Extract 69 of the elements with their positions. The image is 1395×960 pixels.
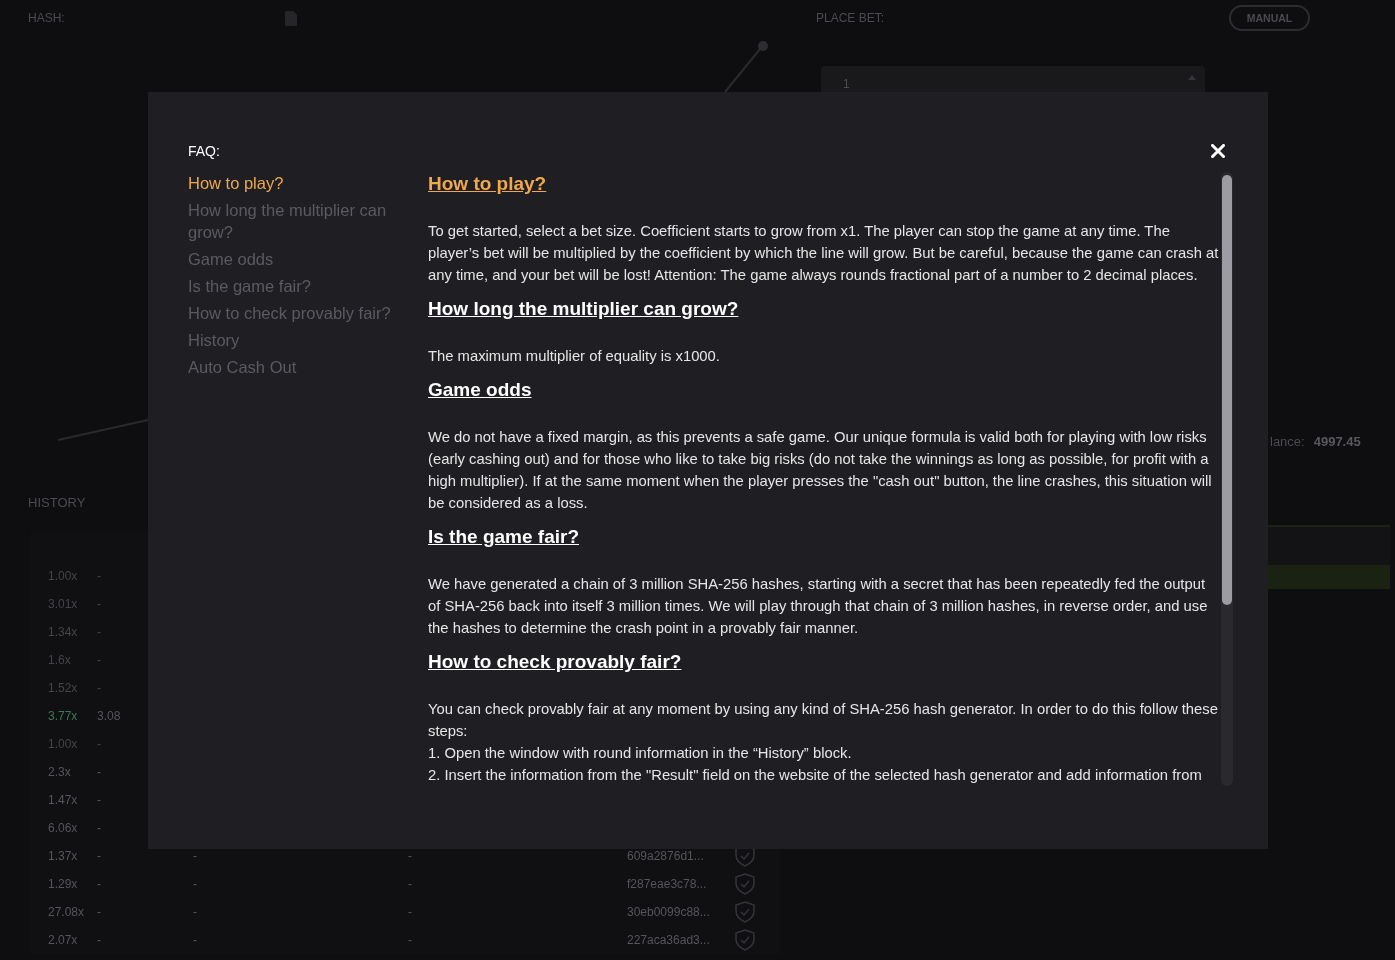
multiplier-text: 6.06x: [48, 821, 78, 835]
balance-value: 4997.45: [1313, 433, 1361, 451]
section-heading: Game odds: [428, 378, 532, 402]
hash-text: 227aca36ad3...: [627, 933, 710, 947]
faq-menu-item[interactable]: Auto Cash Out: [188, 356, 297, 378]
multiplier-text: 2.3x: [48, 765, 71, 779]
hash-text: 609a2876d1...: [627, 849, 704, 863]
document-icon[interactable]: [284, 10, 297, 26]
cashout-text: -: [97, 793, 101, 807]
multiplier-text: 27.08x: [48, 905, 85, 919]
table-cell: -: [193, 905, 197, 919]
paragraph: We have generated a chain of 3 million SHA-256 hashes, starting with a secret that has been repeatedly fed the output of SHA-256 back into itself 3 million times. We will play through that chain of 3 million hashes, in reverse order, and use the hashes to determine the crash point in a provably fair manner.: [428, 575, 1209, 638]
close-icon: [1211, 144, 1225, 158]
section-heading: How long the multiplier can grow?: [428, 297, 739, 321]
scrollbar-track[interactable]: [1221, 172, 1233, 786]
multiplier-text: 1.29x: [48, 877, 78, 891]
manual-button[interactable]: MANUAL: [1229, 5, 1310, 31]
multiplier-text: 1.37x: [48, 849, 78, 863]
faq-menu-item[interactable]: How to play?: [188, 172, 284, 194]
cashout-text: -: [97, 905, 101, 919]
table-cell: -: [408, 877, 412, 891]
faq-menu-item[interactable]: How to check provably fair?: [188, 302, 391, 324]
cashout-text: -: [97, 653, 101, 667]
cashout-text: -: [97, 849, 101, 863]
faq-menu-item[interactable]: History: [188, 329, 240, 351]
section-heading: Is the game fair?: [428, 525, 579, 549]
paragraph: We do not have a fixed margin, as this prevents a safe game. Our unique formula is valid both for playing with low risks (early cashing out) and for those who like to take big risks (do not take the winnings as long as possible, for profit with a high multiplier). If at the same moment when the player presses the "cash out" button, the line crashes, this situation will be considered as a loss.: [428, 428, 1213, 513]
hash-text: f287eae3c78...: [627, 877, 707, 891]
shield-check-icon[interactable]: [735, 901, 755, 923]
paragraph: You can check provably fair at any moment by using any kind of SHA-256 hash generator. In order to do this follow these steps:: [428, 700, 1219, 741]
table-cell: -: [408, 933, 412, 947]
cashout-text: -: [97, 821, 101, 835]
faq-menu-item[interactable]: Game odds: [188, 248, 274, 270]
multiplier-text: 2.07x: [48, 933, 78, 947]
graph-point-icon: [758, 41, 768, 51]
paragraph: The maximum multiplier of equality is x1000.: [428, 347, 721, 366]
table-cell: -: [193, 877, 197, 891]
cashout-text: 3.08: [97, 709, 121, 723]
cashout-text: -: [97, 877, 101, 891]
cashout-text: -: [97, 765, 101, 779]
faq-menu-item[interactable]: How long the multiplier can grow?: [188, 199, 402, 243]
paragraph: 1. Open the window with round information in the “History” block.: [428, 744, 853, 763]
table-cell: -: [193, 933, 197, 947]
multiplier-text: 3.77x: [48, 709, 78, 723]
cashout-text: -: [97, 597, 101, 611]
section-heading: How to play?: [428, 172, 547, 196]
table-cell: -: [193, 849, 197, 863]
table-cell: -: [408, 849, 412, 863]
hash-text: 30eb0099c88...: [627, 905, 710, 919]
cashout-text: -: [97, 737, 101, 751]
cashout-text: -: [97, 569, 101, 583]
paragraph: 2. Insert the information from the "Result" field on the website of the selected hash generator and add information from: [428, 766, 1203, 785]
history-title: HISTORY: [28, 494, 86, 512]
dialog-title: FAQ:: [188, 143, 220, 159]
shield-check-icon[interactable]: [735, 929, 755, 951]
caret-up-icon[interactable]: [1188, 75, 1196, 80]
shield-check-icon[interactable]: [735, 873, 755, 895]
place-bet-label: PLACE BET:: [816, 11, 885, 25]
balance-label: lance:: [1270, 433, 1305, 451]
multiplier-text: 1.47x: [48, 793, 78, 807]
faq-menu-item[interactable]: Is the game fair?: [188, 275, 311, 297]
scrollbar-thumb[interactable]: [1222, 175, 1232, 605]
table-cell: -: [408, 905, 412, 919]
cashout-text: -: [97, 681, 101, 695]
section-heading: How to check provably fair?: [428, 650, 682, 674]
cashout-text: -: [97, 625, 101, 639]
paragraph: To get started, select a bet size. Coefficient starts to grow from x1. The player can stop the game at any time. The player’s bet will be multiplied by the coefficient by which the line will grow. But be careful, because the game can crash at any time, and your bet will be lost! Attention: The game always rounds fractional part of a number to 2 decimal places.: [428, 222, 1220, 285]
cashout-text: -: [97, 933, 101, 947]
hash-label: HASH:: [28, 11, 65, 25]
